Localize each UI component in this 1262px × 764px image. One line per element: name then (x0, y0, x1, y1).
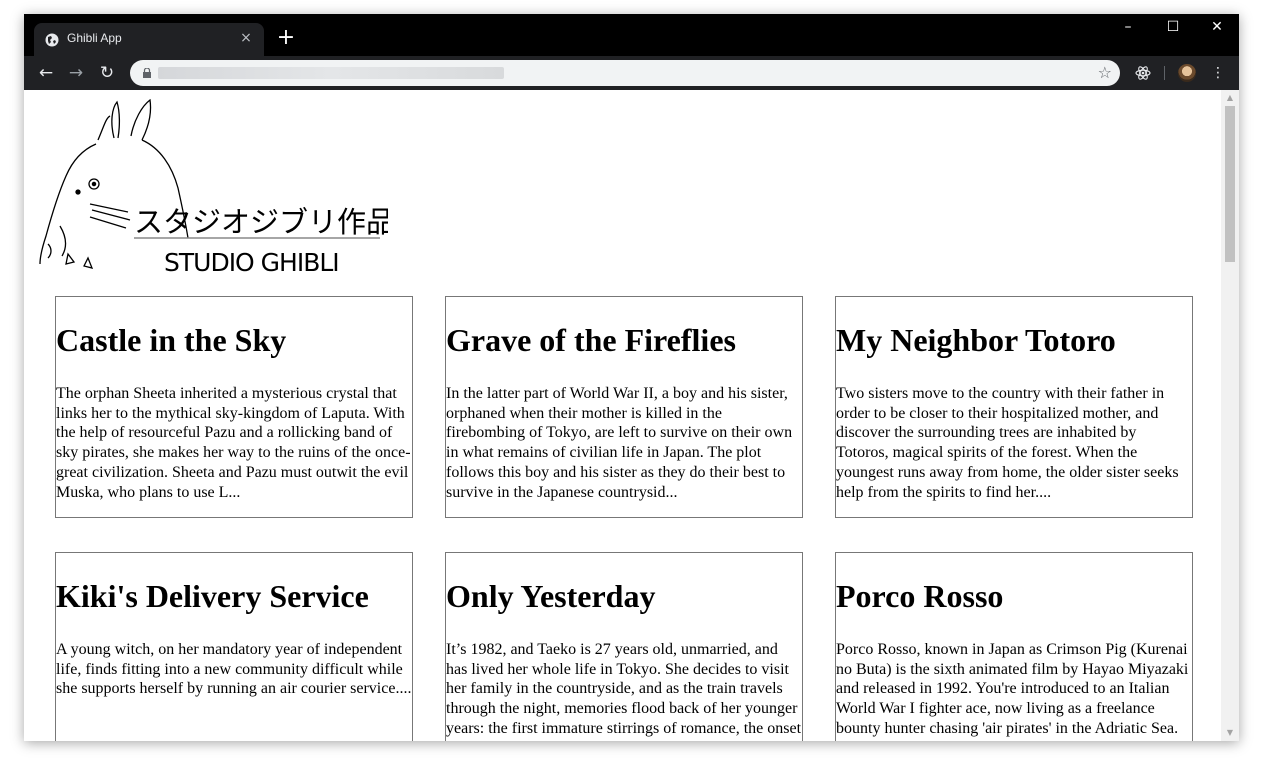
scroll-up-arrow-icon[interactable]: ▲ (1225, 93, 1235, 103)
film-description: In the latter part of World War II, a bo… (446, 385, 793, 501)
toolbar-separator (1164, 66, 1165, 80)
address-bar[interactable]: ☆ (130, 60, 1120, 86)
film-card[interactable]: Grave of the Fireflies In the latter par… (445, 296, 803, 518)
tab-ghibli-app[interactable]: Ghibli App × (34, 23, 264, 56)
logo-japanese-text: スタジオジブリ作品 (134, 205, 388, 239)
film-title: Grave of the Fireflies (446, 322, 736, 358)
film-title: Only Yesterday (446, 578, 656, 614)
film-title: Kiki's Delivery Service (56, 578, 369, 614)
scroll-down-arrow-icon[interactable]: ▼ (1225, 728, 1235, 738)
logo-english-text: STUDIO GHIBLI (164, 248, 339, 277)
film-card[interactable]: My Neighbor Totoro Two sisters move to t… (835, 296, 1193, 518)
back-button[interactable]: ← (35, 62, 57, 84)
film-description: It’s 1982, and Taeko is 27 years old, un… (446, 641, 802, 737)
lock-icon (143, 68, 151, 78)
globe-icon (45, 33, 59, 47)
close-window-button[interactable]: ✕ (1197, 19, 1237, 41)
tab-strip: Ghibli App × + – ☐ ✕ (24, 14, 1239, 56)
browser-menu-icon[interactable]: ⋮ (1208, 63, 1228, 83)
studio-ghibli-logo: スタジオジブリ作品 STUDIO GHIBLI (39, 98, 388, 277)
new-tab-button[interactable]: + (276, 27, 296, 49)
browser-window: Ghibli App × + – ☐ ✕ ← → ↻ ☆ ⋮ スタジオジブリ作品… (24, 14, 1239, 741)
film-title: Castle in the Sky (56, 322, 287, 358)
totoro-drawing-icon (39, 98, 189, 269)
film-description: A young witch, on her mandatory year of … (56, 641, 412, 698)
reload-button[interactable]: ↻ (96, 62, 118, 84)
film-description: Two sisters move to the country with the… (836, 385, 1179, 501)
vertical-scrollbar[interactable]: ▲ ▼ (1221, 90, 1239, 741)
page-viewport: スタジオジブリ作品 STUDIO GHIBLI Castle in the Sk… (24, 90, 1221, 741)
film-description: The orphan Sheeta inherited a mysterious… (56, 385, 411, 501)
film-card[interactable]: Kiki's Delivery Service A young witch, o… (55, 552, 413, 741)
url-text-redacted (158, 67, 504, 79)
bookmark-star-icon[interactable]: ☆ (1098, 63, 1112, 82)
react-devtools-icon[interactable] (1133, 63, 1153, 83)
film-card[interactable]: Only Yesterday It’s 1982, and Taeko is 2… (445, 552, 803, 741)
film-card[interactable]: Porco Rosso Porco Rosso, known in Japan … (835, 552, 1193, 741)
film-title: My Neighbor Totoro (836, 322, 1116, 358)
tab-title: Ghibli App (67, 31, 122, 45)
maximize-button[interactable]: ☐ (1153, 19, 1193, 41)
film-card[interactable]: Castle in the Sky The orphan Sheeta inhe… (55, 296, 413, 518)
close-tab-icon[interactable]: × (238, 30, 254, 46)
minimize-button[interactable]: – (1108, 19, 1148, 41)
film-title: Porco Rosso (836, 578, 1004, 614)
scrollbar-thumb[interactable] (1225, 106, 1235, 262)
browser-toolbar: ← → ↻ ☆ ⋮ (24, 56, 1239, 90)
forward-button[interactable]: → (65, 62, 87, 84)
film-description: Porco Rosso, known in Japan as Crimson P… (836, 641, 1189, 741)
profile-avatar[interactable] (1178, 64, 1196, 82)
